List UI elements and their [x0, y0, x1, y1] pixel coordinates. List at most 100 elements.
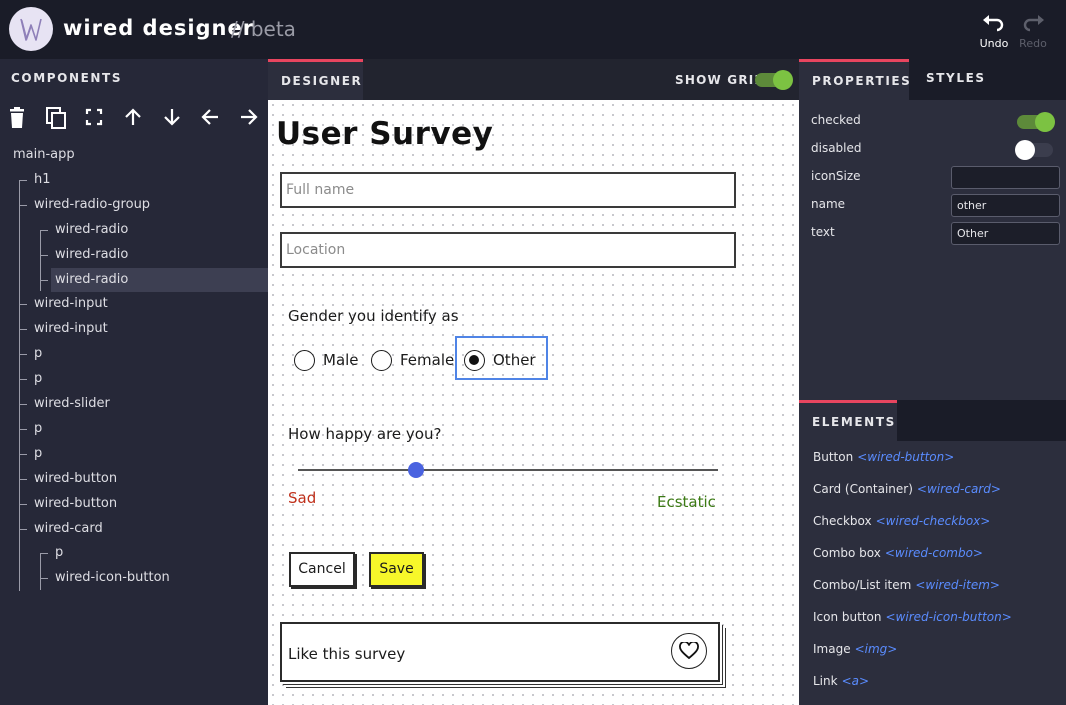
- arrow-right-icon: [241, 109, 258, 125]
- tree-item-label: wired-radio: [55, 271, 129, 287]
- tree-item[interactable]: p: [55, 541, 63, 565]
- tree-item-label: wired-icon-button: [55, 570, 170, 586]
- elements-header: ELEMENTS: [799, 400, 1066, 441]
- element-item-label: Checkbox: [813, 514, 872, 528]
- element-item[interactable]: Image <img>: [813, 642, 897, 656]
- radio-female-label: Female: [400, 351, 455, 369]
- slider-min-label[interactable]: Sad: [288, 489, 316, 507]
- element-item-label: Card (Container): [813, 482, 913, 496]
- move-up-button[interactable]: [120, 105, 146, 131]
- tree-item[interactable]: p: [34, 442, 42, 466]
- tree-item-label: p: [34, 371, 43, 387]
- undo-label: Undo: [979, 37, 1009, 50]
- move-left-button[interactable]: [197, 105, 223, 131]
- tree-connector: [19, 428, 27, 430]
- tree-item[interactable]: wired-card: [34, 517, 103, 541]
- tree-item[interactable]: wired-icon-button: [55, 566, 170, 590]
- tree-item-label: main-app: [13, 147, 75, 162]
- tree-item[interactable]: wired-input: [34, 317, 108, 341]
- happiness-slider-knob[interactable]: [407, 462, 424, 478]
- tree-connector: [40, 230, 41, 291]
- element-item[interactable]: Combo/List item <wired-item>: [813, 578, 1000, 592]
- element-item[interactable]: Link <a>: [813, 674, 869, 688]
- survey-title[interactable]: User Survey: [276, 116, 493, 152]
- element-item-tag: <wired-checkbox>: [875, 514, 991, 528]
- like-button[interactable]: [671, 633, 707, 669]
- app-logo: [9, 7, 53, 51]
- gender-prompt[interactable]: Gender you identify as: [288, 307, 459, 325]
- app-title: wired designer: [63, 16, 255, 40]
- tree-item[interactable]: wired-radio: [55, 218, 128, 242]
- element-item[interactable]: Button <wired-button>: [813, 450, 954, 464]
- tree-connector: [19, 304, 27, 306]
- tree-item[interactable]: main-app: [13, 143, 75, 167]
- element-item[interactable]: Icon button <wired-icon-button>: [813, 610, 1012, 624]
- cancel-button[interactable]: Cancel: [289, 552, 355, 587]
- tab-styles[interactable]: STYLES: [909, 59, 995, 100]
- save-button[interactable]: Save: [369, 552, 424, 587]
- tree-item[interactable]: wired-button: [34, 467, 117, 491]
- tree-connector: [40, 553, 48, 555]
- tree-item[interactable]: p: [34, 367, 42, 391]
- tree-item[interactable]: wired-radio: [55, 243, 128, 267]
- tree-item[interactable]: wired-radio-group: [34, 193, 150, 217]
- tree-connector: [40, 279, 48, 281]
- happy-prompt[interactable]: How happy are you?: [288, 425, 441, 443]
- element-item-label: Combo box: [813, 546, 881, 560]
- move-down-button[interactable]: [159, 105, 185, 131]
- designer-canvas[interactable]: User Survey Gender you identify as Male …: [268, 100, 799, 705]
- components-panel: COMPONENTS main-app h1 wired-radio-group…: [0, 59, 268, 705]
- tree-item[interactable]: wired-input: [34, 292, 108, 316]
- prop-text-input[interactable]: [951, 222, 1060, 245]
- tree-connector: [19, 204, 27, 206]
- tree-connector: [19, 404, 27, 405]
- properties-header: PROPERTIES STYLES: [799, 59, 1066, 100]
- survey-card[interactable]: Like this survey: [280, 622, 720, 682]
- tree-item[interactable]: wired-radio: [51, 267, 268, 292]
- redo-button[interactable]: Redo: [1013, 12, 1053, 50]
- fullscreen-icon: [85, 108, 103, 126]
- prop-checked-label: checked: [811, 113, 861, 127]
- tree-connector: [40, 578, 48, 580]
- tab-elements[interactable]: ELEMENTS: [799, 400, 897, 441]
- move-right-button[interactable]: [236, 105, 262, 131]
- element-item-label: Icon button: [813, 610, 882, 624]
- tree-item-label: p: [34, 420, 43, 436]
- tree-connector: [19, 453, 27, 455]
- undo-button[interactable]: Undo: [974, 12, 1014, 50]
- tree-item[interactable]: p: [34, 342, 42, 366]
- prop-checked-toggle[interactable]: [1017, 112, 1055, 132]
- element-item[interactable]: Card (Container) <wired-card>: [813, 482, 1001, 496]
- tab-designer[interactable]: DESIGNER: [268, 59, 363, 100]
- tree-item-label: wired-slider: [34, 396, 110, 411]
- element-item-tag: <a>: [841, 674, 870, 688]
- tab-properties-label: PROPERTIES: [812, 74, 912, 88]
- tree-item-label: wired-button: [34, 495, 118, 511]
- location-input[interactable]: [282, 234, 734, 266]
- element-item[interactable]: Checkbox <wired-checkbox>: [813, 514, 990, 528]
- happiness-slider-track[interactable]: [298, 469, 718, 471]
- tree-item-label: wired-radio-group: [34, 196, 151, 212]
- tree-item[interactable]: wired-slider: [34, 392, 110, 416]
- tree-item-label: wired-card: [34, 520, 103, 536]
- toggle-knob: [773, 70, 793, 90]
- tree-item[interactable]: h1: [34, 168, 51, 192]
- prop-disabled-toggle[interactable]: [1015, 140, 1053, 160]
- prop-disabled-label: disabled: [811, 141, 862, 155]
- delete-button[interactable]: [4, 105, 30, 131]
- tab-styles-label: STYLES: [926, 71, 986, 85]
- prop-name-input[interactable]: [951, 194, 1060, 217]
- tree-item[interactable]: wired-button: [34, 492, 117, 516]
- full-name-input[interactable]: [282, 174, 734, 206]
- element-item-label: Image: [813, 642, 851, 656]
- element-item[interactable]: Combo box <wired-combo>: [813, 546, 983, 560]
- copy-button[interactable]: [43, 105, 69, 131]
- prop-iconsize-label: iconSize: [811, 169, 861, 183]
- fullscreen-button[interactable]: [81, 105, 107, 131]
- prop-iconsize-input[interactable]: [951, 166, 1060, 189]
- show-grid-toggle[interactable]: [755, 70, 793, 90]
- tree-connector: [19, 354, 27, 356]
- slider-max-label[interactable]: Ecstatic: [657, 493, 716, 511]
- tab-properties[interactable]: PROPERTIES: [799, 59, 912, 100]
- tree-item[interactable]: p: [34, 417, 42, 441]
